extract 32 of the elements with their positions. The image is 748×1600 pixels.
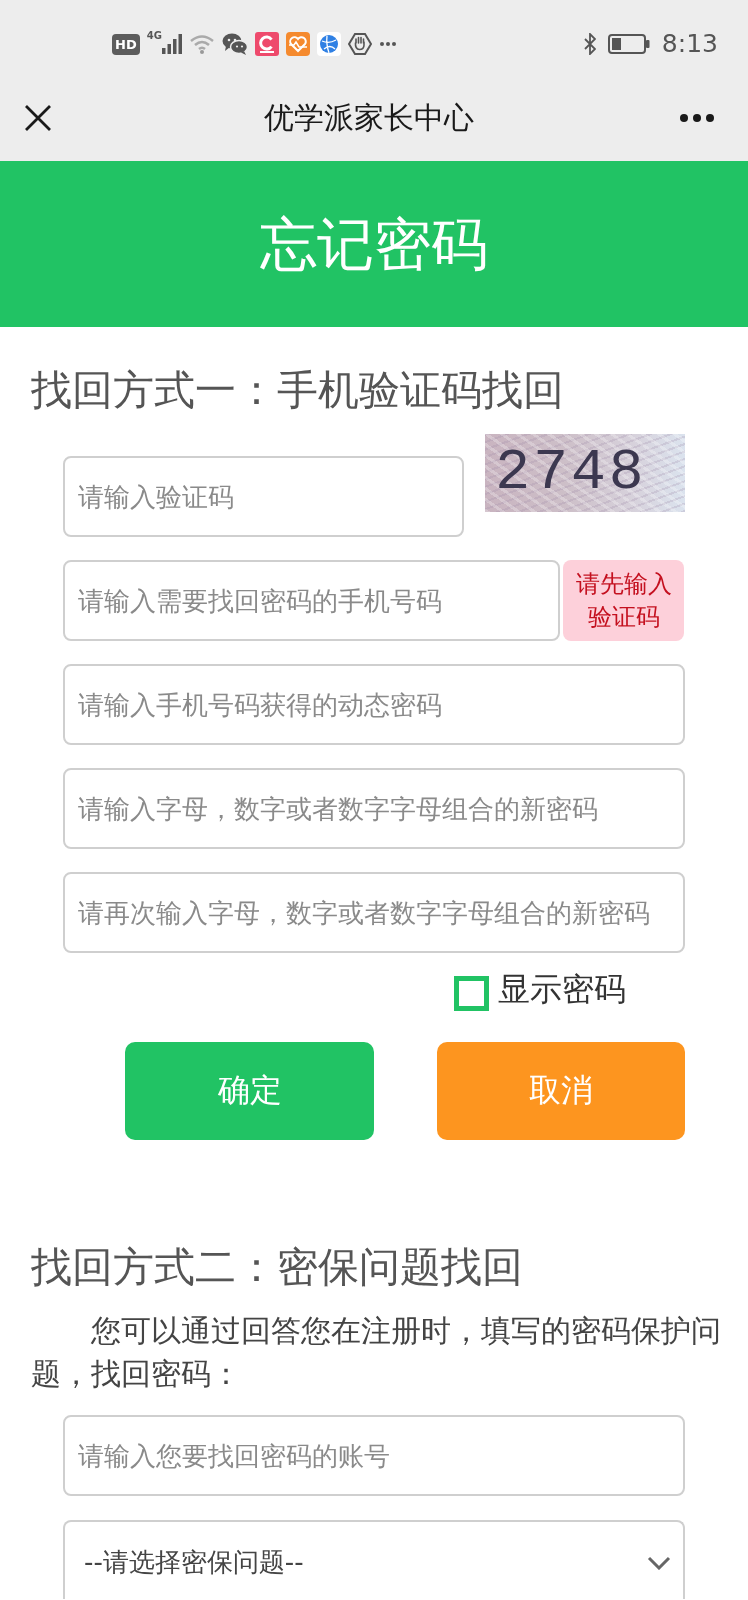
ring-app-icon [254,32,279,56]
section-heading: 找回方式一：手机验证码找回 [31,366,564,415]
checkbox[interactable] [454,976,489,1011]
battery-icon [607,34,650,54]
hd-indicator: HD [112,33,140,55]
confirm-button[interactable]: 确定 [125,1042,374,1140]
chat-bubbles-icon [221,33,248,55]
page-heading: 忘记密码 [260,211,488,277]
instructions-text: 您可以通过回答您在注册时，填写的密码保护问题，找回密码： [31,1312,722,1393]
question-select[interactable]: --请选择密保问题-- [63,1520,685,1599]
captcha-input[interactable]: 请输入验证码 [63,456,465,537]
heart-app-icon [285,32,310,56]
globe-app-icon [316,32,341,56]
section-heading: 找回方式二：密保问题找回 [31,1243,523,1292]
network-type-label: 4G [146,30,162,42]
close-icon[interactable] [24,103,52,132]
phone-number-input[interactable]: 请输入需要找回密码的手机号码 [63,560,560,641]
hand-stop-icon [347,32,372,56]
page-title: 优学派家长中心 [264,99,474,136]
chevron-down-icon [647,1555,671,1570]
signal-bars-icon [161,34,182,54]
sms-code-input[interactable]: 请输入手机号码获得的动态密码 [63,664,685,745]
clock-time: 8:13 [661,30,718,58]
bluetooth-icon [583,33,596,55]
wifi-icon [188,34,215,54]
captcha-code: 2748 [495,441,647,505]
account-input[interactable]: 请输入您要找回密码的账号 [63,1415,685,1496]
more-notifications-icon [378,41,397,47]
checkbox-label: 显示密码 [498,970,626,1007]
more-icon[interactable] [680,113,714,122]
repeat-password-input[interactable]: 请再次输入字母，数字或者数字字母组合的新密码 [63,872,685,953]
new-password-input[interactable]: 请输入字母，数字或者数字字母组合的新密码 [63,768,685,849]
